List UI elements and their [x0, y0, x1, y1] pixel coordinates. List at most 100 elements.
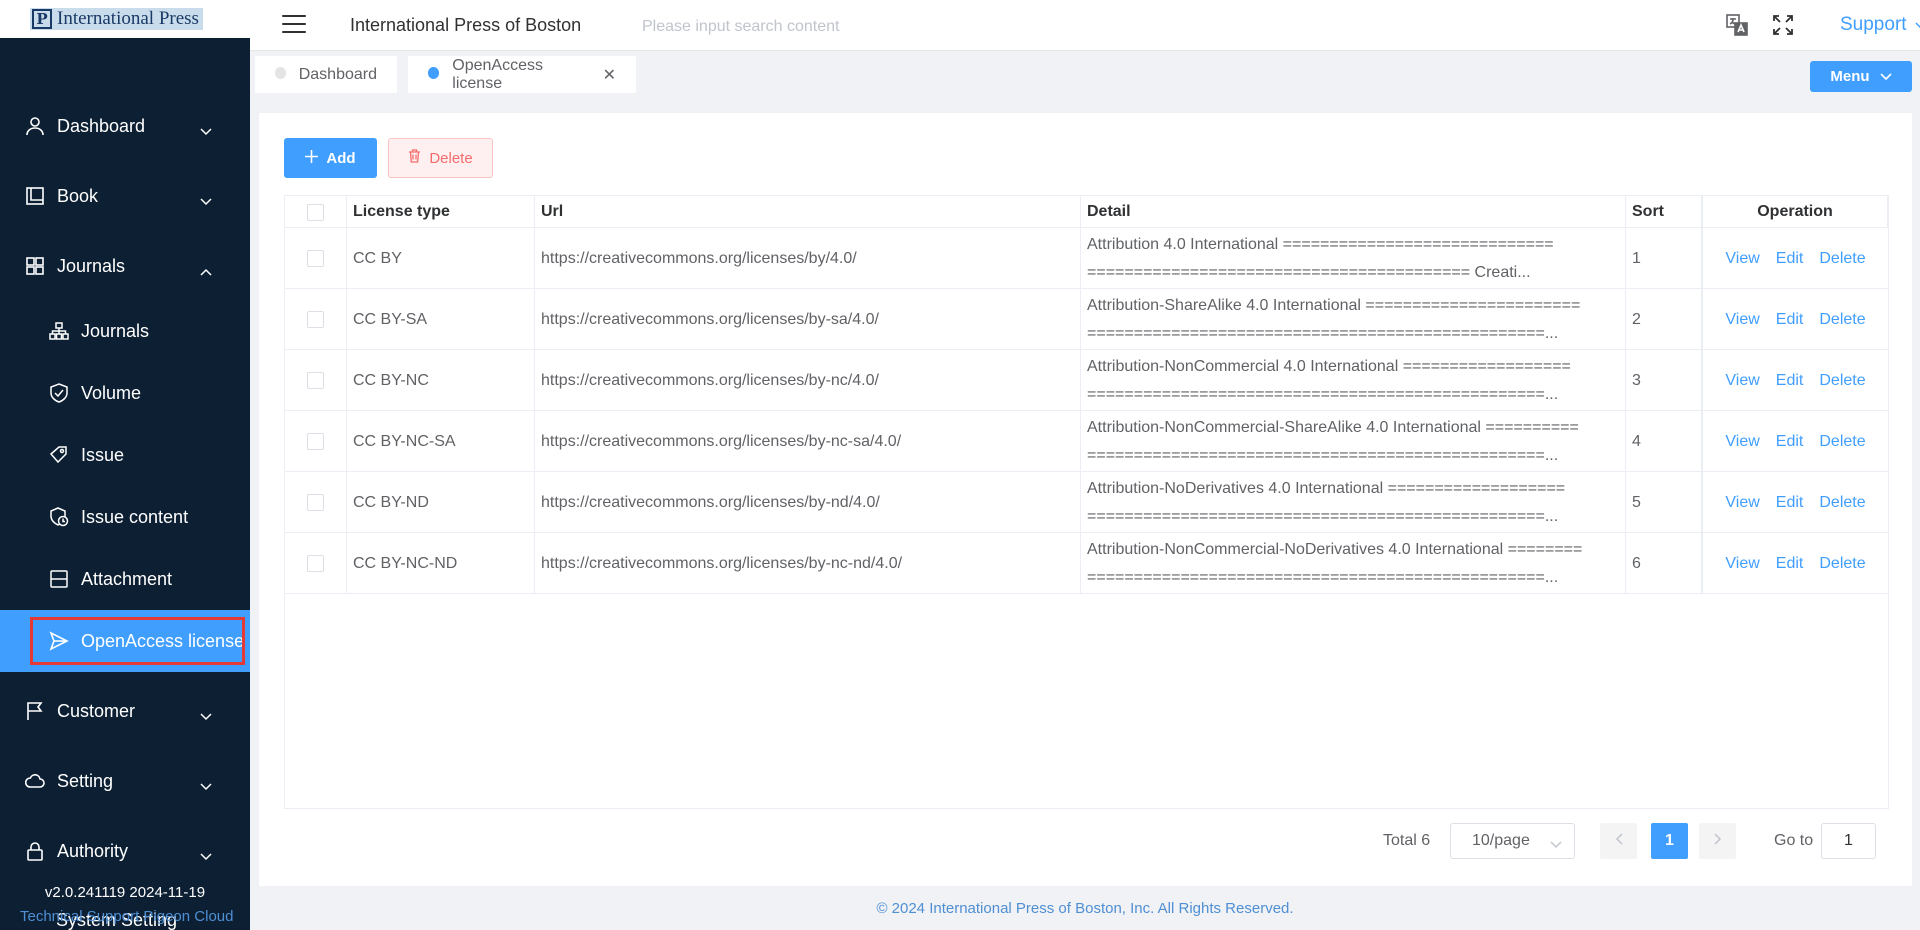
prev-page-button[interactable] — [1600, 823, 1637, 859]
cell-detail: Attribution-NoDerivatives 4.0 Internatio… — [1081, 472, 1626, 533]
sidebar-item-label: Issue — [81, 444, 125, 465]
cell-sort: 6 — [1626, 533, 1702, 594]
cell-detail: Attribution-NonCommercial-NoDerivatives … — [1081, 533, 1626, 594]
cell-url: https://creativecommons.org/licenses/by-… — [535, 289, 1081, 350]
top-header: International Press of Boston Support — [250, 0, 1920, 51]
menu-dropdown-button[interactable]: Menu — [1810, 61, 1912, 92]
sidebar-item-customer[interactable]: Customer — [0, 681, 250, 741]
sidebar-subitem-openaccess-license[interactable]: OpenAccess license — [0, 610, 250, 672]
column-header-sort[interactable]: Sort — [1626, 196, 1702, 228]
add-button[interactable]: Add — [284, 138, 377, 178]
goto-page-input[interactable] — [1821, 823, 1876, 859]
sidebar-subitem-issue-content[interactable]: Issue content — [0, 486, 250, 548]
chevron-up-icon — [200, 260, 212, 281]
trash-icon — [408, 149, 421, 167]
header-select-all[interactable] — [285, 196, 347, 228]
row-checkbox[interactable] — [307, 433, 324, 450]
edit-link[interactable]: Edit — [1776, 250, 1804, 268]
sidebar-item-book[interactable]: Book — [0, 166, 250, 226]
view-link[interactable]: View — [1725, 494, 1759, 512]
column-header-license-type[interactable]: License type — [347, 196, 535, 228]
cell-url: https://creativecommons.org/licenses/by-… — [535, 411, 1081, 472]
sidebar-subitem-journals[interactable]: Journals — [0, 300, 250, 362]
tab-label: OpenAccess license — [452, 56, 543, 92]
tab-openaccess-license[interactable]: OpenAccess license ✕ — [408, 56, 636, 93]
flag-icon — [24, 700, 46, 722]
next-page-button[interactable] — [1699, 823, 1736, 859]
sidebar-subitem-attachment[interactable]: Attachment — [0, 548, 250, 610]
sidebar-item-dashboard[interactable]: Dashboard — [0, 96, 250, 156]
row-select-cell — [285, 350, 347, 411]
edit-link[interactable]: Edit — [1776, 433, 1804, 451]
detail-line: ========================================… — [1087, 324, 1559, 342]
view-link[interactable]: View — [1725, 372, 1759, 390]
delete-link[interactable]: Delete — [1819, 250, 1865, 268]
page-number-button[interactable]: 1 — [1651, 823, 1688, 859]
row-checkbox[interactable] — [307, 555, 324, 572]
goto-label: Go to — [1774, 832, 1814, 849]
row-select-cell — [285, 411, 347, 472]
menu-button-label: Menu — [1830, 68, 1870, 85]
delete-link[interactable]: Delete — [1819, 433, 1865, 451]
view-link[interactable]: View — [1725, 433, 1759, 451]
view-link[interactable]: View — [1725, 555, 1759, 573]
column-header-operation: Operation — [1702, 196, 1888, 228]
delete-link[interactable]: Delete — [1819, 555, 1865, 573]
page-size-value: 10/page — [1472, 832, 1530, 849]
table-row: CC BY-SA https://creativecommons.org/lice… — [285, 289, 1888, 350]
sidebar-subitem-volume[interactable]: Volume — [0, 362, 250, 424]
version-label: v2.0.241119 2024-11-19 — [44, 884, 206, 901]
sidebar-item-journals[interactable]: Journals — [0, 236, 250, 296]
sidebar-subitem-issue[interactable]: Issue — [0, 424, 250, 486]
edit-link[interactable]: Edit — [1776, 311, 1804, 329]
translate-icon[interactable] — [1724, 12, 1750, 38]
cell-detail: Attribution 4.0 International ==========… — [1081, 228, 1626, 289]
column-header-url[interactable]: Url — [535, 196, 1081, 228]
delete-link[interactable]: Delete — [1819, 311, 1865, 329]
delete-link[interactable]: Delete — [1819, 372, 1865, 390]
cell-sort: 3 — [1626, 350, 1702, 411]
chevron-down-icon — [200, 775, 212, 796]
content-card: Add Delete License type Url Detail Sort … — [259, 113, 1912, 886]
delete-button[interactable]: Delete — [388, 138, 493, 178]
sidebar-item-authority[interactable]: Authority — [0, 821, 250, 881]
edit-link[interactable]: Edit — [1776, 372, 1804, 390]
table-header-row: License type Url Detail Sort Operation — [285, 196, 1888, 228]
column-header-detail[interactable]: Detail — [1081, 196, 1626, 228]
chevron-down-icon — [1880, 68, 1892, 85]
cell-operation: View Edit Delete — [1702, 472, 1888, 533]
row-checkbox[interactable] — [307, 494, 324, 511]
cell-detail: Attribution-NonCommercial 4.0 Internatio… — [1081, 350, 1626, 411]
tab-label: Dashboard — [298, 65, 377, 83]
close-icon[interactable]: ✕ — [603, 65, 616, 85]
edit-link[interactable]: Edit — [1776, 494, 1804, 512]
page-size-select[interactable]: 10/page — [1450, 823, 1575, 859]
row-select-cell — [285, 472, 347, 533]
tab-dashboard[interactable]: Dashboard — [255, 56, 397, 93]
row-checkbox[interactable] — [307, 311, 324, 328]
view-link[interactable]: View — [1725, 250, 1759, 268]
sidebar-item-setting[interactable]: Setting — [0, 751, 250, 811]
row-checkbox[interactable] — [307, 250, 324, 267]
support-dropdown[interactable]: Support — [1840, 14, 1920, 36]
logo-text: International Press — [57, 8, 199, 29]
sidebar-item-label: Setting — [57, 770, 114, 791]
logo[interactable]: P International Press — [30, 8, 203, 30]
delete-link[interactable]: Delete — [1819, 494, 1865, 512]
fullscreen-icon[interactable] — [1770, 12, 1796, 38]
search-input[interactable] — [642, 12, 962, 42]
detail-line: ========================================… — [1087, 507, 1559, 525]
sidebar-item-label: Attachment — [81, 568, 173, 589]
tab-dot-icon — [428, 67, 440, 79]
select-all-checkbox[interactable] — [307, 203, 324, 221]
hamburger-menu-icon[interactable] — [282, 15, 306, 35]
cell-sort: 4 — [1626, 411, 1702, 472]
row-checkbox[interactable] — [307, 372, 324, 389]
cell-sort: 2 — [1626, 289, 1702, 350]
table-row: CC BY-NC-SA https://creativecommons.org/l… — [285, 411, 1888, 472]
chevron-down-icon — [200, 705, 212, 726]
view-link[interactable]: View — [1725, 311, 1759, 329]
edit-link[interactable]: Edit — [1776, 555, 1804, 573]
grid-icon — [24, 255, 46, 277]
technical-support-link[interactable]: Technical Support Pigeon Cloud — [20, 908, 233, 925]
